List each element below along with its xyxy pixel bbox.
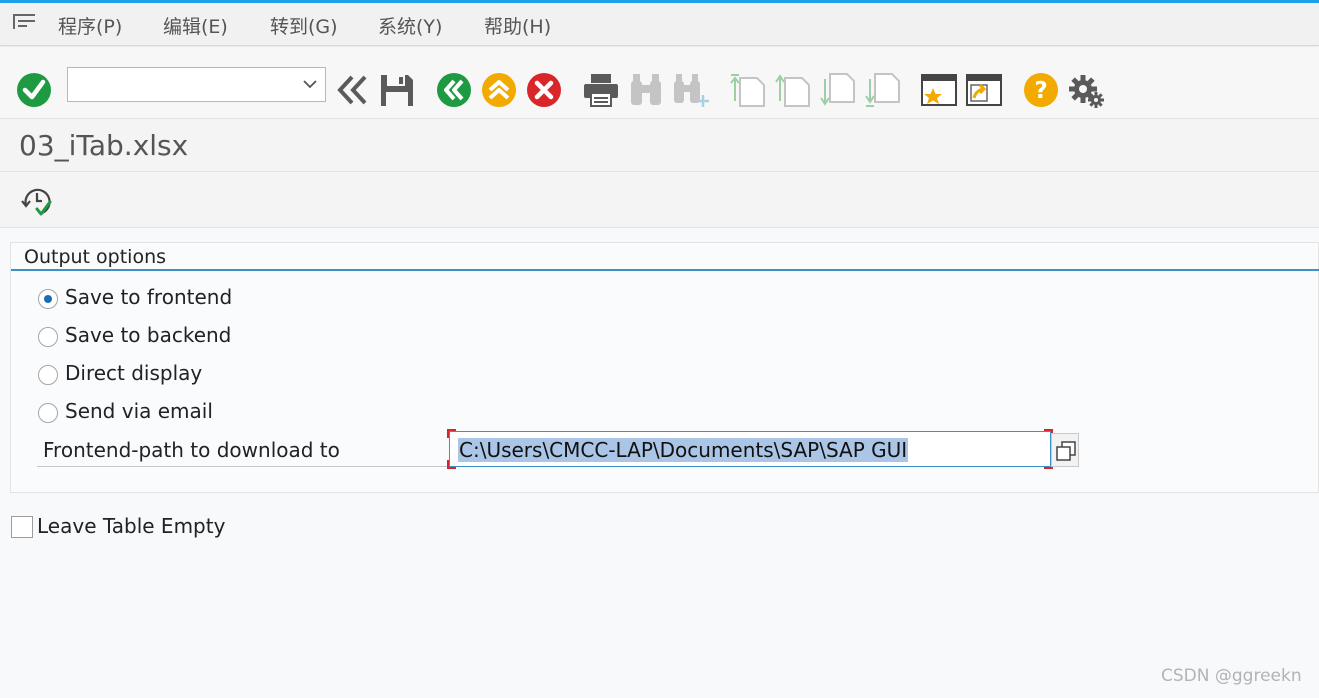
title-bar: 03_iTab.xlsx [0, 118, 1319, 172]
label-underline [37, 466, 457, 467]
cancel-icon[interactable] [525, 71, 563, 109]
group-divider [11, 269, 1319, 271]
leave-table-empty-label: Leave Table Empty [37, 514, 226, 538]
command-field[interactable] [67, 67, 326, 102]
shortcut-icon[interactable] [965, 71, 1003, 109]
find-icon[interactable] [627, 71, 665, 109]
menu-help[interactable]: 帮助(H) [484, 12, 551, 39]
focus-corner [447, 460, 456, 469]
save-icon[interactable] [378, 71, 416, 109]
radio-label: Send via email [65, 399, 213, 423]
print-icon[interactable] [582, 71, 620, 109]
help-icon[interactable]: ? [1022, 71, 1060, 109]
command-dropdown-icon[interactable] [303, 78, 317, 90]
back-icon[interactable] [435, 71, 473, 109]
menu-goto[interactable]: 转到(G) [270, 12, 338, 39]
last-page-icon[interactable] [864, 71, 902, 109]
radio-button[interactable] [38, 327, 58, 347]
execute-icon[interactable] [20, 184, 54, 218]
standard-toolbar: ? [0, 47, 1319, 117]
radio-label: Direct display [65, 361, 203, 385]
output-options-title: Output options [24, 246, 167, 268]
page-title: 03_iTab.xlsx [19, 129, 189, 162]
value-help-icon [1056, 441, 1076, 461]
first-page-icon[interactable] [729, 71, 767, 109]
previous-page-icon[interactable] [774, 71, 812, 109]
frontend-path-value: C:\Users\CMCC-LAP\Documents\SAP\SAP GUI [458, 438, 909, 462]
menu-program[interactable]: 程序(P) [58, 12, 122, 39]
leave-table-empty-checkbox[interactable] [11, 516, 33, 538]
menu-toggle-icon[interactable] [9, 10, 39, 34]
svg-text:?: ? [1034, 78, 1047, 104]
find-next-icon[interactable] [672, 71, 710, 109]
application-toolbar [0, 172, 1319, 228]
value-help-button[interactable] [1051, 433, 1079, 467]
radio-label: Save to backend [65, 323, 232, 347]
menu-system[interactable]: 系统(Y) [378, 12, 442, 39]
radio-button[interactable] [38, 289, 58, 309]
customize-layout-icon[interactable] [1067, 71, 1105, 109]
focus-corner [447, 429, 456, 438]
enter-icon[interactable] [15, 71, 53, 109]
create-session-icon[interactable] [920, 71, 958, 109]
radio-button[interactable] [38, 403, 58, 423]
collapse-icon[interactable] [334, 71, 372, 109]
radio-button[interactable] [38, 365, 58, 385]
next-page-icon[interactable] [819, 71, 857, 109]
exit-icon[interactable] [480, 71, 518, 109]
radio-label: Save to frontend [65, 285, 233, 309]
frontend-path-label: Frontend-path to download to [43, 438, 340, 462]
output-options-group: Output options Save to frontend Save to … [10, 242, 1319, 493]
frontend-path-input[interactable]: C:\Users\CMCC-LAP\Documents\SAP\SAP GUI [447, 429, 1053, 469]
menu-edit[interactable]: 编辑(E) [163, 12, 228, 39]
watermark-text: CSDN @ggreekn [1161, 666, 1302, 686]
menu-bar: 程序(P) 编辑(E) 转到(G) 系统(Y) 帮助(H) [0, 3, 1319, 46]
